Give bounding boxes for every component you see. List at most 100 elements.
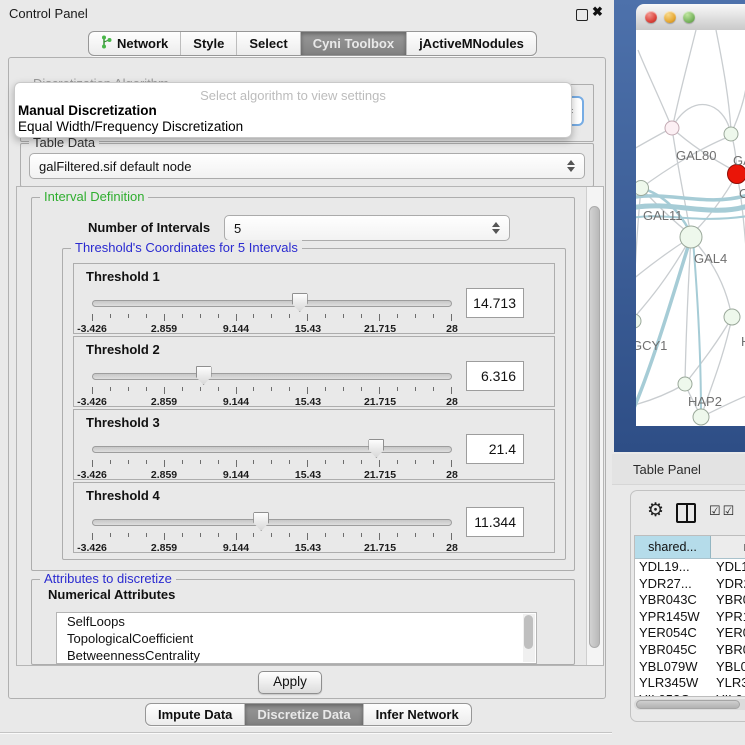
node-label-partial: GA <box>733 153 745 168</box>
close-window-icon[interactable]: ✖ <box>592 4 603 20</box>
attribute-list-item[interactable]: BetweennessCentrality <box>57 647 536 664</box>
table-panel: ⚙ ☑☑ shared... n... YDL19...YDL1...YDR27… <box>630 490 745 722</box>
combo-arrows-icon <box>567 160 575 172</box>
network-node[interactable] <box>636 314 641 328</box>
bottom-tab-impute-data[interactable]: Impute Data <box>146 704 244 725</box>
table-data-combobox[interactable]: galFiltered.sif default node <box>29 153 585 179</box>
dropdown-option-manual-discretization[interactable]: Manual Discretization <box>18 103 157 118</box>
cell-shared-name: YBL079W <box>635 659 710 676</box>
table-row[interactable]: YBR045CYBR0... <box>635 642 745 659</box>
threshold-value-field[interactable]: 11.344 <box>466 507 524 537</box>
threshold-slider[interactable]: -3.4262.8599.14415.4321.71528 <box>90 511 454 553</box>
interval-definition-group: Interval Definition Number of Intervals … <box>31 197 575 571</box>
table-horizontal-scrollbar[interactable] <box>634 699 745 710</box>
dropdown-option-equal-width[interactable]: Equal Width/Frequency Discretization <box>18 119 243 134</box>
table-row[interactable]: YIL052CYIL0... <box>635 692 745 697</box>
thresholds-group: Threshold's Coordinates for 5 Intervals … <box>62 248 566 560</box>
tick-label: 9.144 <box>223 542 249 554</box>
table-row[interactable]: YBL079WYBL0... <box>635 659 745 676</box>
threshold-value-field[interactable]: 21.4 <box>466 434 524 464</box>
tab-jactivemnodules[interactable]: jActiveMNodules <box>406 32 536 55</box>
network-node[interactable] <box>693 409 709 425</box>
slider-thumb[interactable] <box>196 366 212 385</box>
bottom-tab-infer-network[interactable]: Infer Network <box>363 704 471 725</box>
network-node[interactable] <box>678 377 692 391</box>
minimize-traffic-light-icon[interactable] <box>664 11 676 23</box>
network-node[interactable] <box>680 226 702 248</box>
threshold-panel-3: Threshold 3-3.4262.8599.14415.4321.71528… <box>73 409 555 480</box>
cell-shared-name: YDL19... <box>635 559 710 576</box>
cell-name: YBR0... <box>710 642 745 659</box>
node-label-hap2: HAP2 <box>688 394 722 409</box>
tick-label: 2.859 <box>151 396 177 408</box>
tab-select[interactable]: Select <box>236 32 299 55</box>
table-row[interactable]: YLR345WYLR3... <box>635 675 745 692</box>
numerical-attributes-list[interactable]: SelfLoopsTopologicalCoefficientBetweenne… <box>56 612 537 664</box>
table-row[interactable]: YDR27...YDR2... <box>635 576 745 593</box>
cell-shared-name: YIL052C <box>635 692 710 697</box>
window-title: Control Panel <box>9 6 88 21</box>
tab-label: Select <box>249 36 287 51</box>
close-traffic-light-icon[interactable] <box>645 11 657 23</box>
threshold-slider[interactable]: -3.4262.8599.14415.4321.71528 <box>90 292 454 334</box>
table-body: YDL19...YDL1...YDR27...YDR2...YBR043CYBR… <box>635 559 745 697</box>
attribute-list-item[interactable]: SelfLoops <box>57 613 536 630</box>
cell-name: YER0... <box>710 625 745 642</box>
cell-shared-name: YER054C <box>635 625 710 642</box>
node-label-gal11: GAL11 <box>643 208 683 223</box>
tab-cyni-toolbox[interactable]: Cyni Toolbox <box>300 32 406 55</box>
bottom-tab-bar: Impute DataDiscretize DataInfer Network <box>145 703 472 726</box>
network-node[interactable] <box>665 121 679 135</box>
threshold-slider[interactable]: -3.4262.8599.14415.4321.71528 <box>90 438 454 480</box>
checkbox-icons[interactable]: ☑☑ <box>709 503 736 519</box>
slider-ticks <box>92 460 452 468</box>
slider-thumb[interactable] <box>292 293 308 312</box>
table-row[interactable]: YDL19...YDL1... <box>635 559 745 576</box>
threshold-value-field[interactable]: 14.713 <box>466 288 524 318</box>
node-label-gal80: GAL80 <box>676 148 716 163</box>
table-panel-header: Table Panel <box>612 454 745 485</box>
attributes-group: Attributes to discretize Numerical Attri… <box>31 579 575 665</box>
tab-style[interactable]: Style <box>180 32 236 55</box>
slider-track[interactable] <box>92 446 452 453</box>
tab-network[interactable]: Network <box>89 32 180 55</box>
network-node[interactable] <box>724 309 740 325</box>
table-row[interactable]: YPR145WYPR1... <box>635 609 745 626</box>
table-row[interactable]: YBR043CYBR0... <box>635 592 745 609</box>
network-canvas[interactable]: GAL80 GA C GAL11 GAL4 GCY1 H HAP2 <box>636 30 745 426</box>
threshold-panel-2: Threshold 2-3.4262.8599.14415.4321.71528… <box>73 336 555 407</box>
columns-icon[interactable] <box>676 503 696 523</box>
slider-thumb[interactable] <box>368 439 384 458</box>
bottom-divider <box>0 732 612 734</box>
network-window-titlebar[interactable] <box>636 4 745 31</box>
threshold-value-field[interactable]: 6.316 <box>466 361 524 391</box>
slider-track[interactable] <box>92 519 452 526</box>
attribute-list-item[interactable]: TopologicalCoefficient <box>57 630 536 647</box>
zoom-traffic-light-icon[interactable] <box>683 11 695 23</box>
cell-shared-name: YPR145W <box>635 609 710 626</box>
cell-name: YDL1... <box>710 559 745 576</box>
bottom-tab-discretize-data[interactable]: Discretize Data <box>244 704 362 725</box>
network-node[interactable] <box>636 181 649 196</box>
interval-definition-title: Interval Definition <box>40 189 148 204</box>
threshold-slider[interactable]: -3.4262.8599.14415.4321.71528 <box>90 365 454 407</box>
tick-label: -3.426 <box>77 542 107 554</box>
apply-button[interactable]: Apply <box>258 671 322 694</box>
settings-vertical-scrollbar[interactable] <box>586 187 603 665</box>
table-row[interactable]: YER054CYER0... <box>635 625 745 642</box>
tick-label: 15.43 <box>295 469 321 481</box>
network-icon <box>101 35 112 52</box>
gear-icon[interactable]: ⚙ <box>647 499 664 522</box>
attributes-scrollbar[interactable] <box>523 614 535 662</box>
slider-thumb[interactable] <box>253 512 269 531</box>
slider-track[interactable] <box>92 300 452 307</box>
cell-name: YBR0... <box>710 592 745 609</box>
slider-tick-labels: -3.4262.8599.14415.4321.71528 <box>92 323 452 335</box>
num-intervals-combobox[interactable]: 5 <box>224 215 510 241</box>
network-node[interactable] <box>724 127 738 141</box>
float-window-icon[interactable] <box>576 9 588 21</box>
slider-track[interactable] <box>92 373 452 380</box>
column-header-name[interactable]: n... <box>711 536 745 558</box>
numerical-attributes-label: Numerical Attributes <box>48 587 175 602</box>
column-header-shared[interactable]: shared... <box>635 536 711 558</box>
